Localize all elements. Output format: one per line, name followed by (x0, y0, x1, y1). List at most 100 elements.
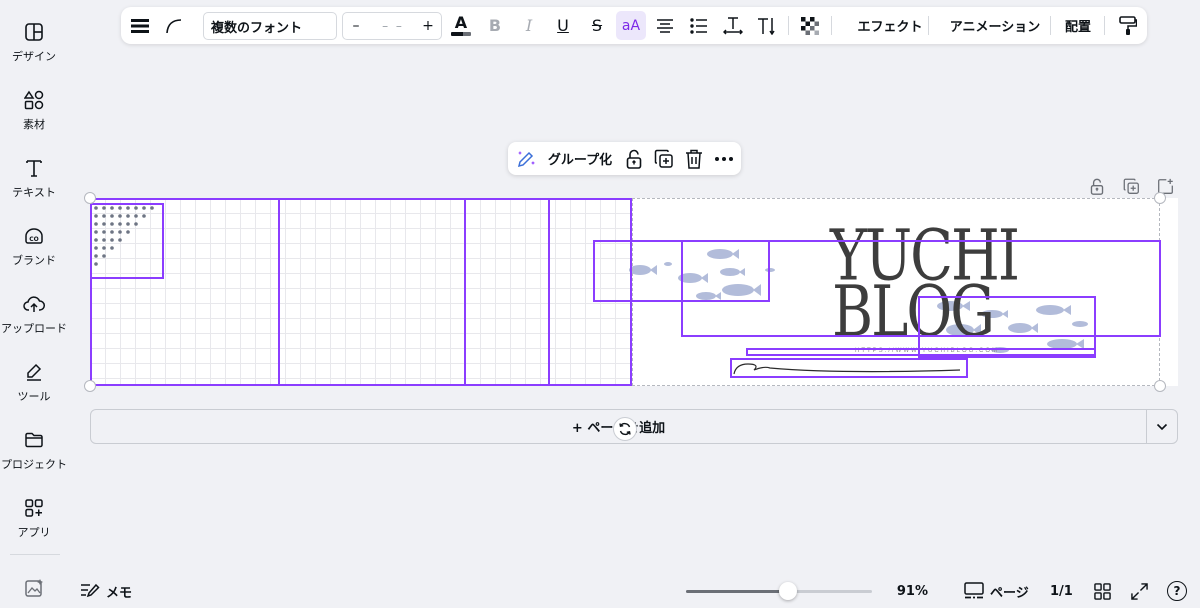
sidebar-item-label: テキスト (12, 186, 56, 199)
duplicate-button[interactable] (651, 142, 677, 175)
trash-icon (686, 149, 702, 169)
position-button[interactable]: 配置 (1057, 7, 1099, 44)
align-center-icon (657, 18, 673, 33)
notes-button[interactable]: メモ (80, 574, 132, 608)
sidebar-item-design[interactable]: デザイン (0, 14, 68, 74)
sidebar-item-label: ツール (17, 390, 51, 403)
sidebar-item-magic-media[interactable] (0, 570, 68, 608)
image-sparkle-icon (22, 576, 46, 600)
sidebar-item-text[interactable]: テキスト (0, 150, 68, 210)
duplicate-page-button[interactable] (1121, 176, 1141, 196)
notes-icon (81, 583, 100, 598)
pages-label: ページ (990, 585, 1029, 601)
group-button[interactable]: グループ化 (544, 142, 616, 175)
copy-style-button[interactable] (1115, 7, 1141, 44)
pages-icon (964, 582, 984, 599)
pen-tool-icon (22, 360, 46, 384)
sidebar-item-label: プロジェクト (1, 458, 67, 471)
font-family-select[interactable]: 複数のフォント (203, 12, 337, 40)
text-color-button[interactable]: A (447, 7, 475, 44)
grid-view-icon (1094, 582, 1111, 600)
bullet-list-icon (690, 17, 707, 34)
lock-button[interactable] (621, 142, 647, 175)
grid-pattern (90, 198, 632, 386)
transparency-button[interactable] (797, 7, 823, 44)
font-size-stepper: – – – + (342, 12, 442, 40)
sidebar-item-apps[interactable]: アプリ (0, 490, 68, 550)
sidebar-item-label: 素材 (23, 118, 45, 131)
bold-button[interactable]: B (481, 7, 509, 44)
lock-page-button[interactable] (1087, 176, 1107, 196)
toolbar-divider (1050, 16, 1051, 35)
animation-button[interactable]: アニメーション (936, 7, 1054, 44)
signature-flourish (733, 363, 961, 375)
page-counter[interactable]: 1/1 (1050, 574, 1073, 608)
underline-button[interactable]: U (549, 7, 577, 44)
resize-handle[interactable] (1154, 192, 1166, 204)
text-icon (22, 156, 46, 180)
add-page-dropdown[interactable] (1146, 409, 1178, 444)
zoom-slider[interactable] (686, 582, 872, 600)
sidebar-divider (10, 554, 60, 555)
bottom-bar: メモ 91% ページ 1/1 ? (68, 574, 1200, 608)
more-dots-icon (715, 156, 733, 161)
lock-icon (626, 149, 642, 169)
font-size-increase-button[interactable]: + (415, 13, 441, 39)
effects-button[interactable]: エフェクト (839, 7, 941, 44)
magic-edit-button[interactable] (513, 142, 539, 175)
svg-text:CO: CO (29, 236, 39, 243)
sidebar-item-label: アプリ (17, 526, 51, 539)
curve-text-button[interactable] (161, 7, 187, 44)
text-color-glyph: A (454, 13, 468, 32)
resize-handle[interactable] (1154, 380, 1166, 392)
sidebar-item-tools[interactable]: ツール (0, 354, 68, 414)
toolbar-divider (928, 16, 929, 35)
line-spacing-button[interactable] (127, 7, 153, 44)
strikethrough-button[interactable]: S (583, 7, 611, 44)
apps-icon (22, 496, 46, 520)
grid-view-button[interactable] (1094, 574, 1111, 608)
design-canvas[interactable]: YUCHI BLOG HTTPS://WWW.YUCHIBLOG.COM (90, 198, 1178, 386)
bullet-list-button[interactable] (685, 7, 713, 44)
zoom-level[interactable]: 91% (886, 574, 928, 608)
layout-icon (22, 20, 46, 44)
toolbar-divider (831, 16, 832, 35)
resize-handle[interactable] (84, 380, 96, 392)
fullscreen-button[interactable] (1131, 574, 1148, 608)
delete-button[interactable] (681, 142, 707, 175)
sidebar-item-label: ブランド (12, 254, 56, 267)
magic-pen-icon (517, 150, 535, 167)
rotate-icon (619, 422, 631, 436)
logo-line-2[interactable]: BLOG (832, 277, 995, 348)
font-size-decrease-button[interactable]: – (343, 13, 369, 39)
vertical-text-button[interactable] (753, 7, 781, 44)
pages-button[interactable]: ページ (964, 574, 1029, 608)
rotate-handle[interactable] (613, 417, 637, 441)
letter-spacing-icon (723, 16, 743, 35)
align-center-button[interactable] (651, 7, 679, 44)
left-sidebar: デザイン 素材 テキスト CO ブランド アップロード ツール プロジェクト ア… (0, 0, 68, 608)
italic-button[interactable]: I (515, 7, 543, 44)
sidebar-item-label: アップロード (1, 322, 67, 335)
sidebar-item-brand[interactable]: CO ブランド (0, 218, 68, 278)
sidebar-item-projects[interactable]: プロジェクト (0, 422, 68, 482)
text-toolbar: 複数のフォント – – – + A B I U S aA エフェクト アニメーシ… (121, 7, 1147, 44)
chevron-down-icon (1156, 423, 1168, 430)
letter-case-button[interactable]: aA (616, 11, 646, 40)
letter-spacing-button[interactable] (719, 7, 747, 44)
fish-illustration-left (629, 249, 775, 300)
checkerboard-icon (801, 16, 819, 35)
sidebar-item-elements[interactable]: 素材 (0, 82, 68, 142)
duplicate-icon (1123, 178, 1139, 194)
help-button[interactable]: ? (1167, 574, 1187, 608)
brand-icon: CO (22, 224, 46, 248)
dot-pattern (94, 206, 154, 266)
resize-handle[interactable] (84, 192, 96, 204)
curve-icon (166, 18, 182, 33)
font-size-input[interactable]: – – (371, 13, 415, 39)
zoom-slider-thumb[interactable] (779, 582, 798, 600)
notes-label: メモ (106, 585, 133, 601)
url-text[interactable]: HTTPS://WWW.YUCHIBLOG.COM (855, 348, 999, 354)
more-options-button[interactable] (711, 142, 737, 175)
sidebar-item-upload[interactable]: アップロード (0, 286, 68, 346)
